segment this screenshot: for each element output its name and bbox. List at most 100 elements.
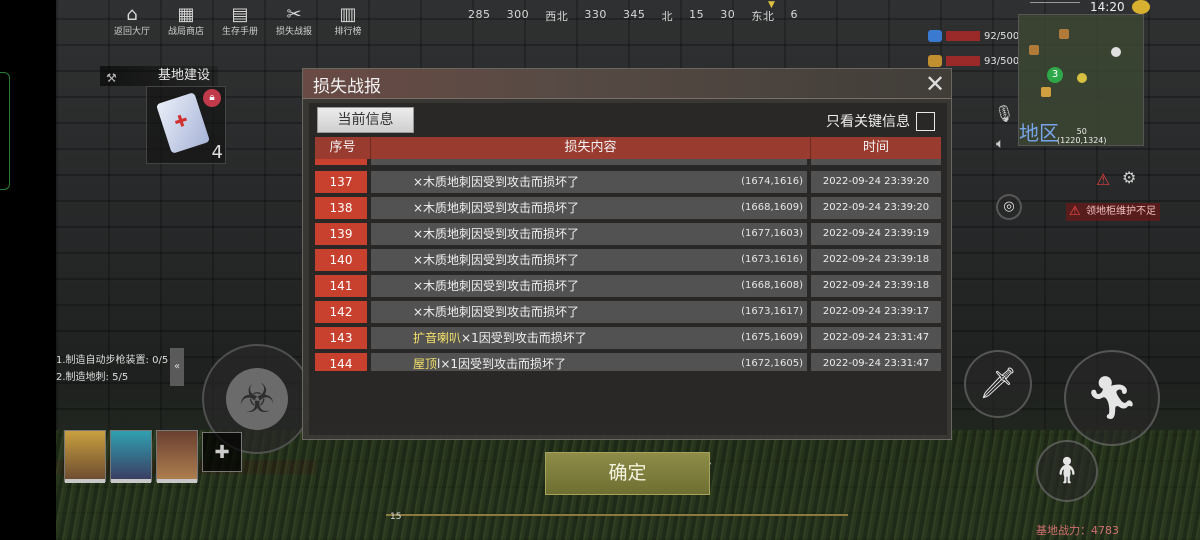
table-row: 138 ×木质地刺因受到攻击而损坏了 (1668,1609) 2022-09-24 2… — [315, 197, 941, 219]
report-list[interactable]: 137 ×木质地刺因受到攻击而损坏了 (1674,1616) 2022-09-24 2… — [315, 159, 941, 371]
table-row: 139 ×木质地刺因受到攻击而损坏了 (1677,1603) 2022-09-24 2… — [315, 223, 941, 245]
table-row: 144 屋顶l×1因受到攻击而损坏了 (1672,1605) 2022-09-24 2… — [315, 353, 941, 371]
row-text: 屋顶l×1因受到攻击而损坏了 — [413, 353, 566, 371]
team-member-avatar[interactable] — [110, 430, 152, 483]
radar-button[interactable]: ◎ — [996, 194, 1022, 220]
minimap-badge: 3 — [1047, 67, 1063, 83]
team-member-avatar[interactable] — [156, 430, 198, 483]
row-text: ×木质地刺因受到攻击而损坏了 — [413, 275, 579, 297]
nav-lobby-button[interactable]: ⌂ 返回大厅 — [105, 4, 159, 38]
jump-button[interactable]: 🏃︎ — [1064, 350, 1160, 446]
compass-tick: 285 — [468, 8, 491, 21]
row-seq: 143 — [315, 327, 367, 349]
territory-warning: ⚠ 领地柜维护不足 — [1066, 203, 1160, 221]
minimap-building-icon — [1029, 45, 1039, 55]
row-coords: (1674,1616) — [741, 176, 803, 187]
loss-report-dialog: 损失战报 ✕ 当前信息 只看关键信息 序号 损失内容 时间 137 ×木质地刺因受… — [302, 68, 952, 467]
nav-manual-label: 生存手册 — [221, 27, 258, 37]
row-time: 2022-09-24 23:39:19 — [811, 223, 941, 245]
close-icon[interactable]: ✕ — [921, 70, 949, 98]
row-message: l×1因受到攻击而损坏了 — [437, 357, 567, 371]
item-count: 4 — [211, 142, 223, 163]
base-build-label: 基地建设 — [158, 68, 211, 83]
compass-tick: 300 — [506, 8, 530, 21]
row-time: 2022-09-24 23:31:47 — [811, 353, 941, 371]
jump-icon: 🏃︎ — [1085, 373, 1139, 422]
row-coords: (1677,1603) — [741, 228, 803, 239]
leaderboard-icon: ▥ — [339, 4, 357, 25]
hotbar-level: 15 — [390, 512, 402, 522]
item-slot[interactable]: 🔒︎ 4 — [146, 86, 226, 164]
column-header-content: 损失内容 — [371, 137, 811, 159]
screen-edge-handle[interactable] — [0, 72, 10, 190]
home-icon: ⌂ — [126, 4, 138, 25]
partial-row — [315, 159, 941, 165]
compass-tick: 345 — [622, 8, 646, 21]
key-info-filter-label: 只看关键信息 — [826, 114, 910, 130]
compass-tick: 330 — [584, 8, 607, 21]
speaker-icon[interactable]: 🔈︎ — [996, 136, 1004, 152]
compass-tick: 西北 — [545, 10, 569, 23]
minimap[interactable]: 3 地区 50 (1220,1324) — [1018, 14, 1144, 146]
manual-icon: ▤ — [231, 4, 249, 25]
key-info-checkbox[interactable] — [916, 111, 935, 131]
crouch-button[interactable]: 🧍︎ — [1036, 440, 1098, 502]
row-seq: 139 — [315, 223, 367, 245]
row-message: ×木质地刺因受到攻击而损坏了 — [413, 175, 580, 189]
nav-manual-button[interactable]: ▤ 生存手册 — [213, 4, 267, 38]
row-coords: (1673,1616) — [741, 254, 803, 265]
medkit-bag-icon — [155, 92, 211, 154]
row-text: ×木质地刺因受到攻击而损坏了 — [413, 301, 579, 323]
row-seq: 138 — [315, 197, 367, 219]
row-item-name: 扩音喇叭 — [413, 331, 462, 345]
dialog-title: 损失战报 — [313, 77, 381, 97]
row-content: ×木质地刺因受到攻击而损坏了 (1668,1609) — [371, 197, 807, 219]
team-member-avatar[interactable] — [64, 430, 106, 483]
clock: 14:20 — [1090, 0, 1125, 14]
compass-tick: 15 — [689, 8, 705, 21]
table-row: 141 ×木质地刺因受到攻击而损坏了 (1668,1608) 2022-09-24 2… — [315, 275, 941, 297]
row-text: ×木质地刺因受到攻击而损坏了 — [413, 223, 579, 245]
water-icon — [928, 30, 942, 42]
collapse-tasks-button[interactable]: « — [170, 348, 184, 386]
signal-indicator — [1030, 2, 1080, 12]
loss-report-icon: ✂ — [286, 4, 302, 25]
minimap-coords: 50 (1220,1324) — [1057, 127, 1107, 145]
nav-leaderboard-button[interactable]: ▥ 排行榜 — [321, 4, 375, 38]
settings-gear-icon[interactable]: ⚙ — [1122, 168, 1136, 187]
key-info-filter[interactable]: 只看关键信息 — [826, 111, 935, 131]
build-task-list: 1.制造自动步枪装置: 0/5 2.制造地刺: 5/5 — [56, 352, 168, 386]
nav-loss-report-button[interactable]: ✂ 损失战报 — [267, 4, 321, 38]
hammer-icon: ⚒ — [106, 71, 117, 85]
row-content: ×木质地刺因受到攻击而损坏了 (1673,1617) — [371, 301, 807, 323]
column-header-time: 时间 — [862, 140, 889, 155]
row-seq: 141 — [315, 275, 367, 297]
row-message: ×木质地刺因受到攻击而损坏了 — [413, 201, 580, 215]
row-message: ×1因受到攻击而损坏了 — [461, 331, 587, 345]
row-message: ×木质地刺因受到攻击而损坏了 — [413, 227, 580, 241]
column-header-seq: 序号 — [315, 137, 371, 159]
minimap-marker-label: 50 — [1076, 127, 1087, 136]
battery-icon — [1132, 0, 1150, 14]
row-seq: 140 — [315, 249, 367, 271]
confirm-button[interactable]: 确定 — [545, 452, 710, 495]
row-content: ×木质地刺因受到攻击而损坏了 (1674,1616) — [371, 171, 807, 193]
tab-current-info[interactable]: 当前信息 — [317, 107, 414, 133]
add-member-button[interactable]: ✚ — [202, 432, 242, 472]
nav-shop-button[interactable]: ▦ 战局商店 — [159, 4, 213, 38]
water-stat: 92/500 — [928, 30, 1019, 42]
compass-tick: 北 — [661, 10, 674, 23]
row-coords: (1668,1609) — [741, 202, 803, 213]
minimap-region-label: 地区 — [1019, 121, 1059, 145]
melee-attack-button[interactable]: 🗡︎ — [964, 350, 1032, 418]
microphone-icon[interactable]: 🎙︎ — [994, 104, 1014, 123]
add-person-icon: ✚ — [214, 442, 230, 463]
row-text: ×木质地刺因受到攻击而损坏了 — [413, 249, 579, 271]
base-build-panel[interactable]: ⚒ 基地建设 — [100, 66, 218, 86]
compass-tick: 6 — [790, 8, 798, 21]
nav-lobby-label: 返回大厅 — [113, 27, 150, 37]
row-time: 2022-09-24 23:31:47 — [811, 327, 941, 349]
alert-icon[interactable]: ⚠ — [1096, 170, 1110, 189]
crouch-icon: 🧍︎ — [1050, 456, 1084, 486]
territory-warning-text: 领地柜维护不足 — [1086, 206, 1156, 217]
